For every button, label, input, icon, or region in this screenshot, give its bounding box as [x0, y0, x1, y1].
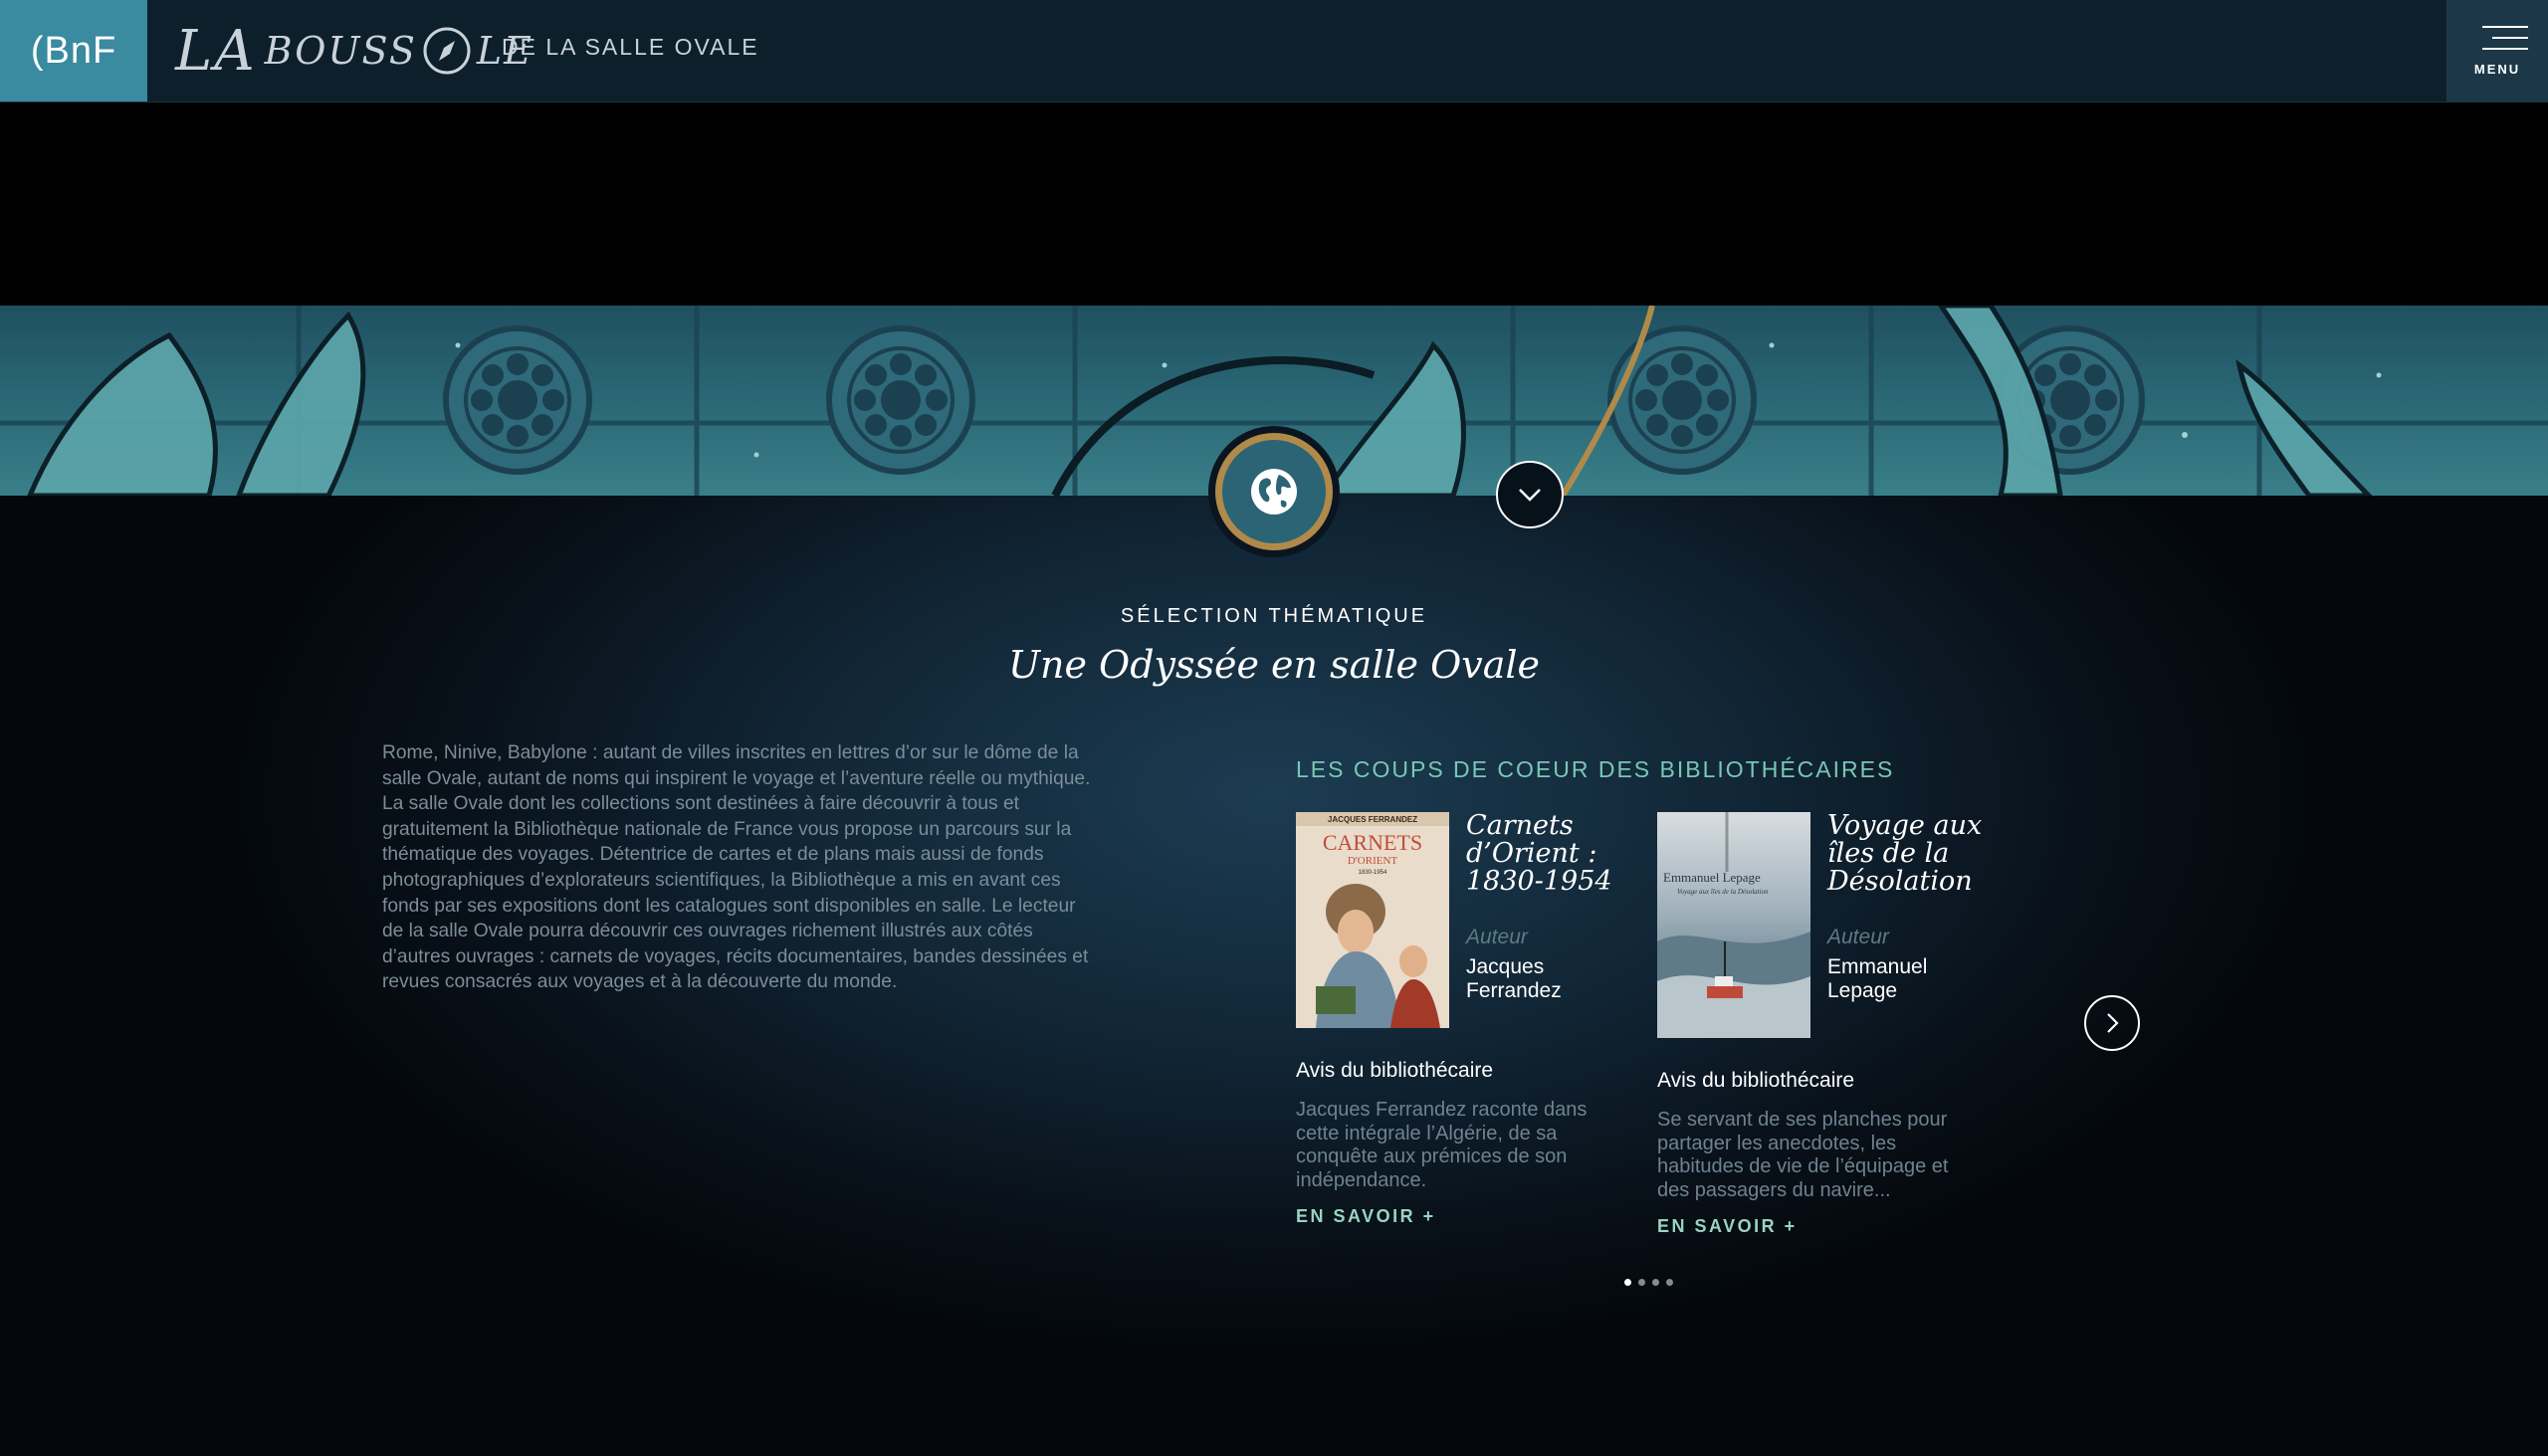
librarian-review-text: Jacques Ferrandez raconte dans cette int…	[1296, 1099, 1588, 1191]
site-logo[interactable]: LA BOUSS LE	[175, 19, 533, 84]
menu-label: MENU	[2473, 62, 2521, 77]
book-cover[interactable]: JACQUES FERRANDEZ CARNETS D'ORIENT 1830-…	[1296, 812, 1449, 1028]
carousel-dot-4[interactable]	[1666, 1279, 1673, 1286]
learn-more-link[interactable]: EN SAVOIR +	[1296, 1206, 1436, 1227]
site-logo-main-a: BOUSS	[264, 29, 417, 73]
carousel-dot-1[interactable]	[1624, 1279, 1631, 1286]
bnf-logo[interactable]: (BnF	[0, 0, 147, 102]
chevron-right-icon	[2107, 1013, 2119, 1033]
cover-author: Emmanuel Lepage	[1663, 870, 1761, 885]
theme-badge-inner	[1222, 440, 1326, 543]
site-subtitle: DE LA SALLE OVALE	[502, 34, 759, 60]
picks-heading: LES COUPS DE COEUR DES BIBLIOTHÉCAIRES	[1296, 756, 1895, 782]
carousel-next-button[interactable]	[2084, 995, 2140, 1051]
section-intro: Rome, Ninive, Babylone : autant de ville…	[382, 742, 1091, 993]
hamburger-icon	[2482, 26, 2528, 59]
author-label: Auteur	[1466, 926, 1528, 948]
bnf-logo-text: (BnF	[30, 29, 117, 72]
librarian-review-label: Avis du bibliothécaire	[1296, 1059, 1494, 1082]
site-logo-prefix: LA	[175, 18, 257, 84]
carousel-dot-2[interactable]	[1638, 1279, 1645, 1286]
scroll-down-button[interactable]	[1496, 461, 1564, 528]
author-label: Auteur	[1827, 926, 1889, 948]
author-name: Jacques Ferrandez	[1466, 955, 1562, 1002]
learn-more-link[interactable]: EN SAVOIR +	[1657, 1216, 1798, 1237]
cover-title: CARNETS	[1323, 830, 1422, 855]
compass-icon	[423, 27, 471, 75]
site-header: (BnF LA BOUSS LE DE LA SALLE OVALE MENU	[0, 0, 2548, 103]
carousel-dot-3[interactable]	[1652, 1279, 1659, 1286]
section-eyebrow: SÉLECTION THÉMATIQUE	[1120, 605, 1428, 627]
menu-button[interactable]: MENU	[2446, 0, 2548, 102]
librarian-review-text: Se servant de ses planches pour partager…	[1657, 1109, 1949, 1201]
cover-subtitle: D'ORIENT	[1348, 855, 1398, 867]
author-name: Emmanuel Lepage	[1827, 955, 1928, 1002]
cover-author: JACQUES FERRANDEZ	[1328, 815, 1417, 824]
theme-badge	[1208, 426, 1340, 557]
book-cover-image: JACQUES FERRANDEZ CARNETS D'ORIENT 1830-…	[1296, 812, 1449, 1028]
book-title[interactable]: Voyage aux îles de la Désolation	[1827, 812, 2002, 896]
librarian-review-label: Avis du bibliothécaire	[1657, 1069, 1855, 1092]
book-cover-image: Emmanuel Lepage Voyage aux îles de la Dé…	[1657, 812, 1810, 1038]
book-cover[interactable]: Emmanuel Lepage Voyage aux îles de la Dé…	[1657, 812, 1810, 1038]
cover-title: Voyage aux îles de la Désolation	[1677, 888, 1769, 896]
chevron-down-icon	[1519, 489, 1541, 502]
cover-years: 1830-1954	[1359, 870, 1387, 876]
book-title[interactable]: Carnets d’Orient : 1830-1954	[1466, 812, 1640, 896]
theme-badge-ring	[1215, 433, 1333, 550]
section-title: Une Odyssée en salle Ovale	[1007, 643, 1541, 687]
globe-icon	[1251, 469, 1297, 515]
carousel-pagination	[1624, 1279, 1673, 1286]
